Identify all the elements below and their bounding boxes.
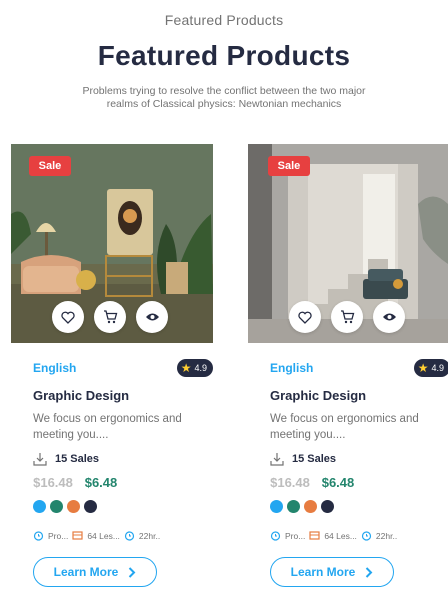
swatch-blue[interactable] (33, 500, 46, 513)
product-description: We focus on ergonomics and meeting you..… (270, 413, 419, 441)
product-actions (52, 301, 168, 333)
meta-lessons: 64 Les... (87, 530, 120, 541)
course-meta: Pro... 64 Les... 22hr.. (33, 530, 213, 541)
star-icon: ★ (417, 361, 429, 375)
star-icon: ★ (180, 361, 192, 375)
meta-lessons: 64 Les... (324, 530, 357, 541)
sale-badge: Sale (29, 156, 71, 176)
learn-more-button[interactable]: Learn More (270, 557, 394, 587)
sales-label: 15 Sales (55, 453, 100, 465)
download-icon (33, 453, 47, 466)
eye-icon (145, 313, 159, 321)
product-info: English ★ 4.9 Graphic Design We focus on… (33, 358, 213, 587)
section-subtitle: Problems trying to resolve the conflict … (82, 85, 366, 110)
clock-icon (33, 530, 44, 541)
learn-more-label: Learn More (53, 565, 119, 579)
chevron-right-icon (129, 566, 136, 578)
heart-icon (61, 311, 75, 324)
wishlist-button[interactable] (52, 301, 84, 333)
clock-icon (270, 530, 281, 541)
swatch-orange[interactable] (67, 500, 80, 513)
product-name[interactable]: Graphic Design (33, 388, 213, 403)
product-category[interactable]: English (33, 361, 76, 375)
cart-icon (103, 310, 117, 324)
learn-more-button[interactable]: Learn More (33, 557, 157, 587)
sales-count: 15 Sales (270, 452, 448, 466)
course-meta: Pro... 64 Les... 22hr.. (270, 530, 448, 541)
rating-badge: ★ 4.9 (176, 359, 213, 377)
rating-value: 4.9 (194, 363, 207, 373)
price-group: $16.48 $6.48 (33, 475, 123, 491)
section-title: Featured Products (97, 40, 351, 71)
eye-icon (382, 313, 396, 321)
swatch-green[interactable] (50, 500, 63, 513)
section-eyebrow: Featured Products (164, 12, 284, 28)
price-group: $16.48 $6.48 (270, 475, 360, 491)
product-actions (289, 301, 405, 333)
rating-value: 4.9 (431, 363, 444, 373)
swatch-green[interactable] (287, 500, 300, 513)
meta-hours: 22hr.. (375, 530, 398, 541)
clock-icon (361, 530, 372, 541)
product-card[interactable]: Sale English ★ 4.9 Graphic Design We foc… (248, 144, 448, 591)
clock-icon (124, 530, 135, 541)
sale-badge: Sale (268, 156, 310, 176)
price-new: $6.48 (84, 475, 118, 490)
product-category[interactable]: English (270, 361, 313, 375)
meta-duration: Pro... (285, 530, 306, 541)
product-name[interactable]: Graphic Design (270, 388, 448, 403)
swatch-orange[interactable] (304, 500, 317, 513)
price-new: $6.48 (321, 475, 355, 490)
product-info: English ★ 4.9 Graphic Design We focus on… (270, 358, 448, 587)
quick-view-button[interactable] (373, 301, 405, 333)
product-card[interactable]: Sale English ★ 4.9 Graphic Design We foc… (11, 144, 217, 591)
chevron-right-icon (366, 566, 373, 578)
swatch-navy[interactable] (84, 500, 97, 513)
sales-label: 15 Sales (292, 453, 337, 465)
color-swatches (33, 500, 213, 513)
lessons-icon (72, 530, 83, 541)
price-old: $16.48 (270, 475, 310, 490)
download-icon (270, 453, 284, 466)
price-old: $16.48 (33, 475, 73, 490)
lessons-icon (309, 530, 320, 541)
cart-icon (340, 310, 354, 324)
swatch-blue[interactable] (270, 500, 283, 513)
add-to-cart-button[interactable] (94, 301, 126, 333)
meta-duration: Pro... (48, 530, 69, 541)
sales-count: 15 Sales (33, 452, 213, 466)
learn-more-label: Learn More (290, 565, 356, 579)
add-to-cart-button[interactable] (331, 301, 363, 333)
wishlist-button[interactable] (289, 301, 321, 333)
meta-hours: 22hr.. (138, 530, 161, 541)
color-swatches (270, 500, 448, 513)
product-description: We focus on ergonomics and meeting you..… (33, 413, 182, 441)
rating-badge: ★ 4.9 (413, 359, 448, 377)
swatch-navy[interactable] (321, 500, 334, 513)
heart-icon (298, 311, 312, 324)
quick-view-button[interactable] (136, 301, 168, 333)
